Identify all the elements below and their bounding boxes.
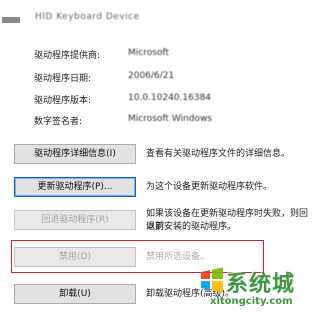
- uninstall-driver-button[interactable]: 卸载(U): [14, 284, 136, 304]
- signer-value: Microsoft Windows: [128, 114, 212, 124]
- rollback-driver-desc-line2: 以前安装的驱动程序。: [146, 222, 237, 232]
- device-header: HID Keyboard Device: [0, 8, 316, 30]
- update-driver-button[interactable]: 更新驱动程序(P)...: [14, 177, 136, 197]
- device-name: HID Keyboard Device: [35, 12, 140, 22]
- watermark-text: 系统城: [226, 272, 296, 297]
- date-value: 2006/6/21: [128, 71, 175, 81]
- driver-details-button[interactable]: 驱动程序详细信息(I): [14, 144, 136, 164]
- provider-value: Microsoft: [128, 48, 169, 58]
- signer-label: 数字签名者:: [34, 117, 83, 127]
- version-label: 驱动程序版本:: [34, 96, 92, 106]
- version-value: 10.0.10240.16384: [128, 93, 212, 103]
- keyboard-icon: [2, 17, 20, 23]
- watermark: 系统城 xitongcity.com: [196, 266, 316, 316]
- date-label: 驱动程序日期:: [34, 74, 92, 84]
- update-driver-desc: 为这个设备更新驱动程序软件。: [146, 182, 273, 192]
- driver-details-desc: 查看有关驱动程序文件的详细信息。: [146, 149, 291, 159]
- watermark-url: xitongcity.com: [210, 296, 293, 307]
- windows-logo-icon: [201, 267, 223, 293]
- rollback-driver-button[interactable]: 回退驱动程序(R): [14, 210, 136, 230]
- provider-label: 驱动程序提供商:: [34, 51, 101, 61]
